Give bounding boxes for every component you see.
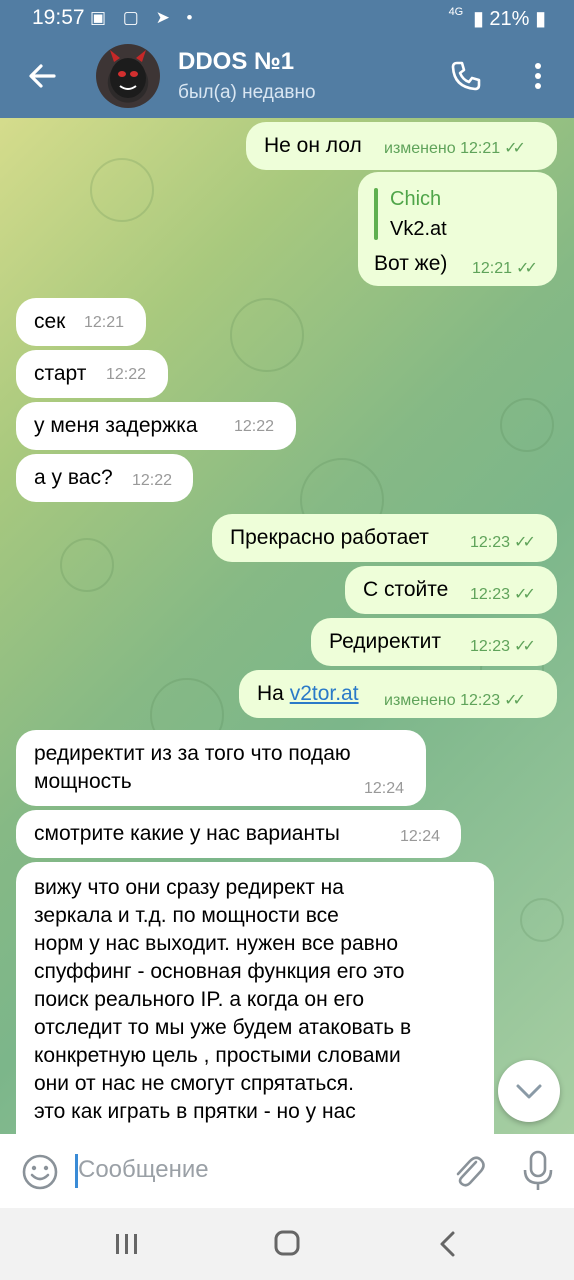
status-bar: 19:57 ▣ ▢ ➤ • 4G ▮ 21% ▮ [0,0,574,36]
message-text: старт [34,362,87,385]
message-bubble-incoming[interactable]: сек 12:21 [16,298,146,346]
message-text: Прекрасно работает [230,526,429,549]
message-bubble-incoming[interactable]: вижу что они сразу редирект на зеркала и… [16,862,494,1134]
message-bubble-incoming[interactable]: старт 12:22 [16,350,168,398]
nav-back-icon[interactable] [436,1230,460,1258]
message-time: изменено 12:23 [384,692,501,709]
reply-author[interactable]: Chich [390,188,441,211]
message-time: изменено 12:21 [384,140,501,157]
chat-status: был(а) недавно [178,82,316,103]
more-vertical-icon[interactable] [526,58,550,94]
message-text: Редиректит [329,630,442,653]
message-line: это как играть в прятки - но у нас [34,1100,356,1123]
message-input-bar: Сообщение [0,1134,574,1208]
read-checks-icon: ✓✓ [504,692,526,709]
message-input[interactable]: Сообщение [78,1156,209,1184]
background-doodle [520,898,564,942]
background-doodle [230,298,304,372]
chat-avatar[interactable] [96,44,160,108]
network-type: 4G [448,6,464,18]
message-line: отследит то мы уже будем атаковать в [34,1016,412,1039]
read-checks-icon: ✓✓ [516,260,538,277]
message-time: 12:22 [106,366,147,383]
message-meta: 12:23 ✓✓ [470,636,536,656]
message-time: 12:24 [364,780,405,797]
background-doodle [90,158,154,222]
read-checks-icon: ✓✓ [514,586,536,603]
message-bubble-outgoing[interactable]: Редиректит 12:23 ✓✓ [311,618,557,666]
signal-icon: ▮ [472,8,484,30]
phone-icon[interactable] [448,58,484,94]
message-line: вижу что они сразу редирект на [34,876,344,899]
notification-icons: ▣ ▢ ➤ • [90,8,199,27]
message-time: 12:23 [470,638,511,655]
message-bubble-outgoing[interactable]: С стойте 12:23 ✓✓ [345,566,557,614]
message-time: 12:24 [400,828,441,845]
message-text: Вот же) [374,252,448,275]
message-time: 12:21 [84,314,125,331]
message-line: норм у нас выходит. нужен все равно [34,932,399,955]
recent-apps-icon[interactable] [114,1232,140,1256]
message-bubble-incoming[interactable]: редиректит из за того что подаю мощность… [16,730,426,806]
read-checks-icon: ✓✓ [504,140,526,157]
message-line: они от нас не смогут спрятаться. [34,1072,355,1095]
message-bubble-incoming[interactable]: а у вас? 12:22 [16,454,193,502]
message-bubble-incoming[interactable]: у меня задержка 12:22 [16,402,296,450]
message-time: 12:23 [470,534,511,551]
background-doodle [500,398,554,452]
message-meta: 12:21 ✓✓ [472,258,538,278]
message-bubble-incoming[interactable]: смотрите какие у нас варианты 12:24 [16,810,461,858]
system-nav-bar [0,1208,574,1280]
reply-quote-bar [374,188,378,240]
scroll-down-button[interactable] [498,1060,560,1122]
message-line: мощность [34,770,132,793]
message-time: 12:23 [470,586,511,603]
message-text: сек [34,310,66,333]
message-line: поиск реального IP. а когда он его [34,988,365,1011]
message-line: спуффинг - основная функция его это [34,960,405,983]
message-meta: изменено 12:21 ✓✓ [384,138,526,158]
read-checks-icon: ✓✓ [514,534,536,551]
chat-header: DDOS №1 был(а) недавно [0,36,574,118]
message-bubble-outgoing[interactable]: Chich Vk2.at Вот же) 12:21 ✓✓ [358,172,557,286]
battery-icon: ▮ [534,8,546,30]
message-meta: 12:23 ✓✓ [470,532,536,552]
message-line: конкретную цель , простыми словами [34,1044,401,1067]
message-meta: 12:23 ✓✓ [470,584,536,604]
emoji-icon[interactable] [20,1152,60,1192]
message-time: 12:22 [132,472,173,489]
message-bubble-outgoing[interactable]: На v2tor.at изменено 12:23 ✓✓ [239,670,557,718]
status-time: 19:57 [32,6,85,29]
battery-level: 21% [489,8,530,30]
background-doodle [60,538,114,592]
reply-text: Vk2.at [390,218,447,240]
read-checks-icon: ✓✓ [514,638,536,655]
message-time: 12:22 [234,418,275,435]
back-arrow-icon[interactable] [22,56,62,96]
message-text: На v2tor.at [257,682,359,706]
microphone-icon[interactable] [520,1148,556,1192]
message-line: редиректит из за того что подаю [34,742,351,765]
home-icon[interactable] [274,1230,300,1256]
message-prefix: На [257,682,290,705]
message-line: зеркала и т.д. по мощности все [34,904,339,927]
chat-title[interactable]: DDOS №1 [178,48,294,76]
message-meta: изменено 12:23 ✓✓ [384,690,526,710]
chat-area[interactable]: Не он лол изменено 12:21 ✓✓ Chich Vk2.at … [0,118,574,1134]
devil-avatar-icon [110,50,146,98]
message-text: смотрите какие у нас варианты [34,822,340,845]
message-text: С стойте [363,578,449,601]
message-text: Не он лол [264,134,362,157]
message-text: у меня задержка [34,414,198,437]
message-bubble-outgoing[interactable]: Не он лол изменено 12:21 ✓✓ [246,122,557,170]
message-bubble-outgoing[interactable]: Прекрасно работает 12:23 ✓✓ [212,514,557,562]
status-right: 4G ▮ 21% ▮ [449,6,546,31]
paperclip-icon[interactable] [448,1150,488,1190]
message-link[interactable]: v2tor.at [290,682,359,705]
message-text: а у вас? [34,466,113,489]
chevron-down-icon [516,1084,542,1099]
message-time: 12:21 [472,260,513,277]
